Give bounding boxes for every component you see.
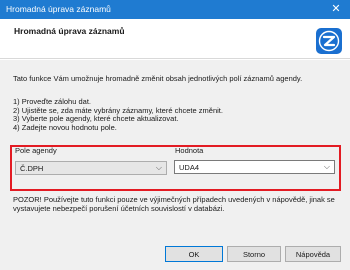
pole-agendy-label: Pole agendy	[15, 146, 57, 155]
brand-swirl-icon	[316, 28, 342, 54]
ok-button[interactable]: OK	[165, 246, 223, 262]
step-item: 4) Zadejte novou hodnotu pole.	[13, 122, 117, 132]
cancel-button[interactable]: Storno	[227, 246, 281, 262]
help-button[interactable]: Nápověda	[285, 246, 341, 262]
title-bar: Hromadná úprava záznamů ✕	[0, 0, 350, 19]
dialog-title: Hromadná úprava záznamů	[14, 26, 125, 36]
hodnota-value: UDA4	[179, 163, 200, 172]
steps-list: 1) Proveďte zálohu dat. 2) Ujistěte se, …	[13, 97, 343, 132]
dialog-footer: OK Storno Nápověda	[0, 238, 350, 270]
chevron-down-icon: ⌵	[323, 162, 330, 171]
window-title: Hromadná úprava záznamů	[6, 4, 111, 14]
warning-text: POZOR! Používejte tuto funkci pouze ve v…	[13, 195, 335, 213]
hodnota-select[interactable]: UDA4 ⌵	[174, 160, 335, 174]
intro-text: Tato funkce Vám umožnuje hromadně změnit…	[13, 74, 303, 83]
chevron-down-icon: ⌵	[155, 163, 162, 172]
pole-agendy-select[interactable]: Č.DPH ⌵	[15, 161, 167, 175]
hodnota-label: Hodnota	[175, 146, 204, 155]
pole-agendy-value: Č.DPH	[20, 164, 44, 173]
close-icon[interactable]: ✕	[322, 0, 350, 19]
dialog-header: Hromadná úprava záznamů	[0, 19, 350, 59]
